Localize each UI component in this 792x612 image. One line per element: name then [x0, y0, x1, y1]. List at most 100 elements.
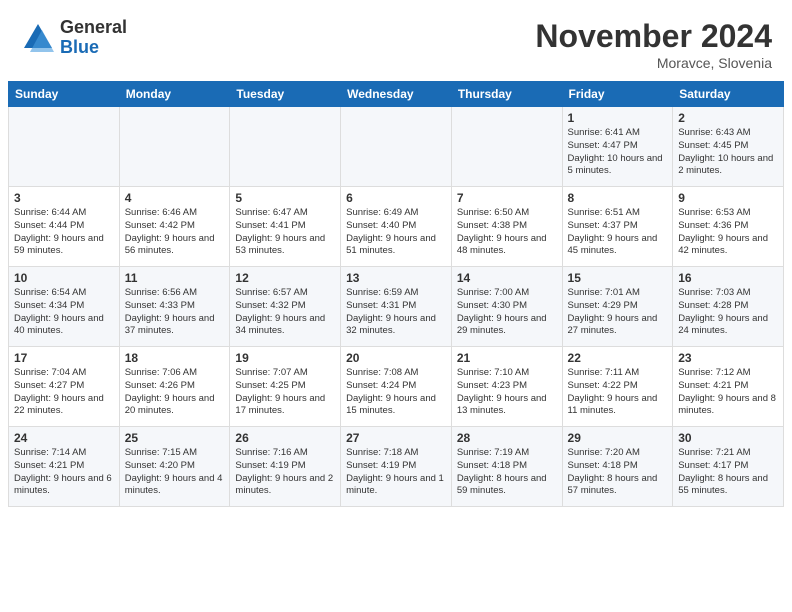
- day-info: Sunrise: 6:54 AM Sunset: 4:34 PM Dayligh…: [14, 287, 114, 338]
- day-number: 5: [235, 191, 335, 205]
- calendar-cell-0-5: 1 Sunrise: 6:41 AM Sunset: 4:47 PM Daylig…: [562, 107, 673, 187]
- day-info: Sunrise: 7:03 AM Sunset: 4:28 PM Dayligh…: [678, 287, 778, 338]
- day-info: Sunrise: 7:07 AM Sunset: 4:25 PM Dayligh…: [235, 367, 335, 418]
- day-info: Sunrise: 6:41 AM Sunset: 4:47 PM Dayligh…: [568, 127, 668, 178]
- calendar-cell-1-1: 4 Sunrise: 6:46 AM Sunset: 4:42 PM Daylig…: [119, 187, 230, 267]
- logo-icon: [20, 20, 56, 56]
- day-number: 21: [457, 351, 557, 365]
- calendar-cell-4-3: 27 Sunrise: 7:18 AM Sunset: 4:19 PM Dayli…: [341, 427, 452, 507]
- day-info: Sunrise: 6:46 AM Sunset: 4:42 PM Dayligh…: [125, 207, 225, 258]
- day-info: Sunrise: 7:01 AM Sunset: 4:29 PM Dayligh…: [568, 287, 668, 338]
- calendar-cell-2-6: 16 Sunrise: 7:03 AM Sunset: 4:28 PM Dayli…: [673, 267, 784, 347]
- day-info: Sunrise: 6:47 AM Sunset: 4:41 PM Dayligh…: [235, 207, 335, 258]
- day-number: 24: [14, 431, 114, 445]
- day-number: 18: [125, 351, 225, 365]
- calendar-cell-1-5: 8 Sunrise: 6:51 AM Sunset: 4:37 PM Daylig…: [562, 187, 673, 267]
- day-number: 7: [457, 191, 557, 205]
- calendar-cell-0-4: [451, 107, 562, 187]
- day-number: 11: [125, 271, 225, 285]
- day-info: Sunrise: 7:19 AM Sunset: 4:18 PM Dayligh…: [457, 447, 557, 498]
- day-info: Sunrise: 7:10 AM Sunset: 4:23 PM Dayligh…: [457, 367, 557, 418]
- logo: General Blue: [20, 18, 127, 58]
- calendar-cell-2-4: 14 Sunrise: 7:00 AM Sunset: 4:30 PM Dayli…: [451, 267, 562, 347]
- day-info: Sunrise: 6:57 AM Sunset: 4:32 PM Dayligh…: [235, 287, 335, 338]
- calendar-cell-4-4: 28 Sunrise: 7:19 AM Sunset: 4:18 PM Dayli…: [451, 427, 562, 507]
- day-number: 8: [568, 191, 668, 205]
- calendar-cell-2-0: 10 Sunrise: 6:54 AM Sunset: 4:34 PM Dayli…: [9, 267, 120, 347]
- logo-text: General Blue: [60, 18, 127, 58]
- week-row-1: 1 Sunrise: 6:41 AM Sunset: 4:47 PM Daylig…: [9, 107, 784, 187]
- calendar-cell-1-4: 7 Sunrise: 6:50 AM Sunset: 4:38 PM Daylig…: [451, 187, 562, 267]
- week-row-5: 24 Sunrise: 7:14 AM Sunset: 4:21 PM Dayli…: [9, 427, 784, 507]
- day-info: Sunrise: 6:44 AM Sunset: 4:44 PM Dayligh…: [14, 207, 114, 258]
- calendar-cell-4-1: 25 Sunrise: 7:15 AM Sunset: 4:20 PM Dayli…: [119, 427, 230, 507]
- day-number: 2: [678, 111, 778, 125]
- weekday-header-row: SundayMondayTuesdayWednesdayThursdayFrid…: [9, 82, 784, 107]
- day-number: 19: [235, 351, 335, 365]
- calendar-cell-4-2: 26 Sunrise: 7:16 AM Sunset: 4:19 PM Dayli…: [230, 427, 341, 507]
- day-info: Sunrise: 7:08 AM Sunset: 4:24 PM Dayligh…: [346, 367, 446, 418]
- day-number: 4: [125, 191, 225, 205]
- calendar-cell-3-5: 22Sunrise: 7:11 AM Sunset: 4:22 PM Dayli…: [562, 347, 673, 427]
- day-number: 10: [14, 271, 114, 285]
- day-info: Sunrise: 7:04 AM Sunset: 4:27 PM Dayligh…: [14, 367, 114, 418]
- header-monday: Monday: [119, 82, 230, 107]
- calendar-table: SundayMondayTuesdayWednesdayThursdayFrid…: [8, 81, 784, 507]
- week-row-2: 3Sunrise: 6:44 AM Sunset: 4:44 PM Daylig…: [9, 187, 784, 267]
- day-info: Sunrise: 6:51 AM Sunset: 4:37 PM Dayligh…: [568, 207, 668, 258]
- day-number: 6: [346, 191, 446, 205]
- day-info: Sunrise: 7:18 AM Sunset: 4:19 PM Dayligh…: [346, 447, 446, 498]
- header-thursday: Thursday: [451, 82, 562, 107]
- month-title: November 2024: [535, 18, 772, 55]
- day-info: Sunrise: 7:20 AM Sunset: 4:18 PM Dayligh…: [568, 447, 668, 498]
- calendar-cell-3-4: 21 Sunrise: 7:10 AM Sunset: 4:23 PM Dayli…: [451, 347, 562, 427]
- day-number: 14: [457, 271, 557, 285]
- day-info: Sunrise: 7:15 AM Sunset: 4:20 PM Dayligh…: [125, 447, 225, 498]
- day-info: Sunrise: 7:16 AM Sunset: 4:19 PM Dayligh…: [235, 447, 335, 498]
- day-number: 29: [568, 431, 668, 445]
- calendar-cell-4-6: 30 Sunrise: 7:21 AM Sunset: 4:17 PM Dayli…: [673, 427, 784, 507]
- calendar-cell-4-0: 24 Sunrise: 7:14 AM Sunset: 4:21 PM Dayli…: [9, 427, 120, 507]
- day-number: 27: [346, 431, 446, 445]
- day-number: 26: [235, 431, 335, 445]
- day-info: Sunrise: 7:12 AM Sunset: 4:21 PM Dayligh…: [678, 367, 778, 418]
- header-friday: Friday: [562, 82, 673, 107]
- day-info: Sunrise: 7:21 AM Sunset: 4:17 PM Dayligh…: [678, 447, 778, 498]
- day-info: Sunrise: 6:43 AM Sunset: 4:45 PM Dayligh…: [678, 127, 778, 178]
- title-block: November 2024 Moravce, Slovenia: [535, 18, 772, 71]
- day-number: 23: [678, 351, 778, 365]
- calendar-cell-4-5: 29 Sunrise: 7:20 AM Sunset: 4:18 PM Dayli…: [562, 427, 673, 507]
- day-info: Sunrise: 7:00 AM Sunset: 4:30 PM Dayligh…: [457, 287, 557, 338]
- calendar-cell-1-6: 9Sunrise: 6:53 AM Sunset: 4:36 PM Daylig…: [673, 187, 784, 267]
- calendar-cell-3-3: 20Sunrise: 7:08 AM Sunset: 4:24 PM Dayli…: [341, 347, 452, 427]
- header-sunday: Sunday: [9, 82, 120, 107]
- calendar-cell-2-5: 15Sunrise: 7:01 AM Sunset: 4:29 PM Dayli…: [562, 267, 673, 347]
- header-tuesday: Tuesday: [230, 82, 341, 107]
- day-info: Sunrise: 7:14 AM Sunset: 4:21 PM Dayligh…: [14, 447, 114, 498]
- calendar-cell-2-2: 12 Sunrise: 6:57 AM Sunset: 4:32 PM Dayli…: [230, 267, 341, 347]
- day-number: 28: [457, 431, 557, 445]
- calendar-cell-0-1: [119, 107, 230, 187]
- calendar-cell-2-3: 13Sunrise: 6:59 AM Sunset: 4:31 PM Dayli…: [341, 267, 452, 347]
- day-info: Sunrise: 6:50 AM Sunset: 4:38 PM Dayligh…: [457, 207, 557, 258]
- logo-blue: Blue: [60, 38, 127, 58]
- day-number: 30: [678, 431, 778, 445]
- day-number: 16: [678, 271, 778, 285]
- day-info: Sunrise: 6:53 AM Sunset: 4:36 PM Dayligh…: [678, 207, 778, 258]
- day-number: 22: [568, 351, 668, 365]
- logo-general: General: [60, 18, 127, 38]
- calendar-cell-0-0: [9, 107, 120, 187]
- calendar-cell-1-2: 5 Sunrise: 6:47 AM Sunset: 4:41 PM Daylig…: [230, 187, 341, 267]
- week-row-4: 17Sunrise: 7:04 AM Sunset: 4:27 PM Dayli…: [9, 347, 784, 427]
- calendar-cell-0-6: 2 Sunrise: 6:43 AM Sunset: 4:45 PM Daylig…: [673, 107, 784, 187]
- header-wednesday: Wednesday: [341, 82, 452, 107]
- day-info: Sunrise: 6:49 AM Sunset: 4:40 PM Dayligh…: [346, 207, 446, 258]
- calendar-cell-3-1: 18Sunrise: 7:06 AM Sunset: 4:26 PM Dayli…: [119, 347, 230, 427]
- day-number: 1: [568, 111, 668, 125]
- calendar-cell-0-2: [230, 107, 341, 187]
- day-number: 12: [235, 271, 335, 285]
- page-header: General Blue November 2024 Moravce, Slov…: [0, 0, 792, 81]
- calendar-cell-1-3: 6 Sunrise: 6:49 AM Sunset: 4:40 PM Daylig…: [341, 187, 452, 267]
- header-saturday: Saturday: [673, 82, 784, 107]
- day-number: 25: [125, 431, 225, 445]
